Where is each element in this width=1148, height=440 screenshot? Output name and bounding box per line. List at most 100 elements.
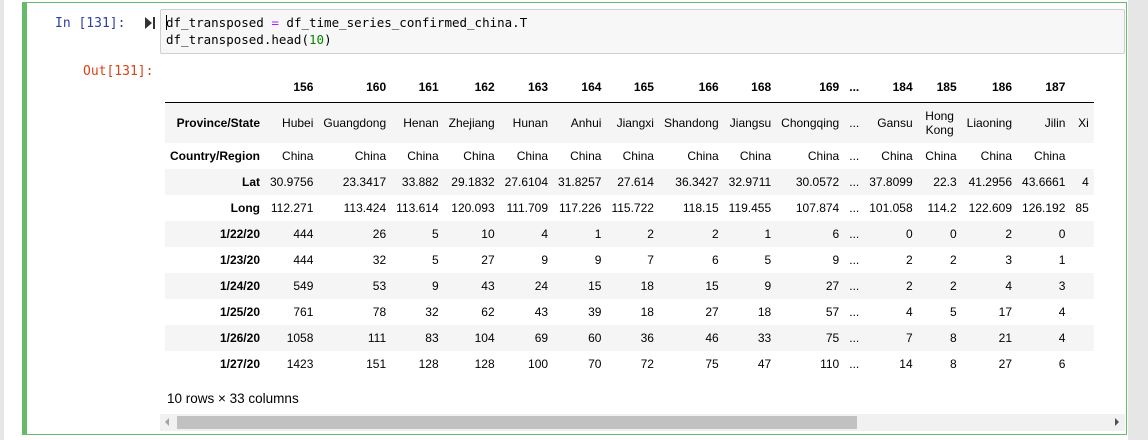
- column-header: 165: [606, 71, 659, 103]
- input-prompt: In [131]:: [55, 16, 126, 31]
- table-cell: [1070, 299, 1093, 325]
- table-cell: ...: [849, 201, 860, 215]
- table-cell: [1070, 143, 1093, 169]
- table-cell: 18: [757, 305, 772, 319]
- scroll-right-icon[interactable]: [1115, 418, 1119, 426]
- table-cell: 9: [594, 253, 602, 267]
- table-row: 1/22/20 444 26 5 10 4 1 2 2 1 6... 0 0 2 0: [165, 221, 1094, 247]
- table-cell: 75: [705, 357, 719, 371]
- table-cell: China: [407, 149, 439, 163]
- table-cell: 6: [832, 227, 840, 241]
- table-cell: ...: [849, 331, 860, 345]
- code-operator: =: [271, 15, 279, 30]
- table-cell: 1423: [286, 357, 314, 371]
- table-cell: 9: [431, 279, 439, 293]
- column-header: ...: [844, 71, 865, 103]
- code-cell[interactable]: In [131]: df_transposed = df_time_series…: [22, 2, 1127, 435]
- table-cell: [1070, 273, 1093, 299]
- table-cell: 18: [640, 279, 654, 293]
- table-cell: China: [354, 149, 387, 163]
- table-cell: 30.9756: [270, 175, 314, 189]
- table-cell: 47: [757, 357, 772, 371]
- table-cell: 43: [534, 305, 549, 319]
- table-cell: 1: [1058, 253, 1066, 267]
- column-header: 166: [658, 71, 724, 103]
- table-cell: China: [570, 149, 602, 163]
- column-header: 185: [917, 71, 962, 103]
- table-cell: 118.15: [682, 201, 719, 215]
- table-cell: 17: [998, 305, 1013, 319]
- table-cell: 26: [372, 227, 387, 241]
- table-cell: China: [1034, 149, 1066, 163]
- table-cell: 53: [372, 279, 387, 293]
- table-cell: China: [925, 149, 957, 163]
- table-cell: 444: [293, 227, 314, 241]
- table-cell: 36.3427: [675, 175, 719, 189]
- table-header-row: 156 160 161 162 163 164 165 166 168 169... 184 185 1…: [165, 71, 1094, 103]
- table-cell: ...: [849, 357, 860, 371]
- run-cell-icon[interactable]: [144, 16, 156, 30]
- table-cell: 31.8257: [558, 175, 602, 189]
- table-cell: 7: [647, 253, 654, 267]
- table-cell: 4: [541, 227, 549, 241]
- table-cell: Gansu: [877, 116, 913, 130]
- row-label: Lat: [242, 175, 260, 189]
- table-cell: 22.3: [933, 175, 957, 189]
- table-cell: 33.882: [401, 175, 439, 189]
- table-cell: 85: [1075, 201, 1089, 215]
- table-cell: 83: [425, 331, 439, 345]
- scroll-left-icon[interactable]: [165, 418, 169, 426]
- table-row: Province/State Hubei Guangdong Henan Zhejian…: [165, 102, 1094, 143]
- table-cell: Jilin: [1044, 116, 1066, 130]
- table-cell: 62: [481, 305, 495, 319]
- table-cell: 122.609: [968, 201, 1013, 215]
- notebook-page: In [131]: df_transposed = df_time_series…: [4, 0, 1128, 440]
- table-cell: 5: [431, 253, 439, 267]
- table-cell: 32: [425, 305, 439, 319]
- table-cell: ...: [849, 227, 860, 241]
- table-cell: 43: [481, 279, 495, 293]
- table-cell: 23.3417: [342, 175, 387, 189]
- table-cell: 128: [418, 357, 439, 371]
- table-cell: 27.614: [617, 175, 654, 189]
- table-row: 1/23/20 444 32 5 27 9 9 7 6 5 9... 2 2 3 1: [165, 247, 1094, 273]
- table-cell: 0: [949, 227, 957, 241]
- table-cell: Jiangxi: [616, 116, 654, 130]
- row-label: 1/23/20: [219, 253, 260, 267]
- scrollbar-thumb[interactable]: [177, 416, 857, 429]
- code-text: df_transposed: [166, 15, 272, 30]
- table-row: 1/25/20 761 78 32 62 43 39 18 27 18 57... 4 5 17 4: [165, 299, 1094, 325]
- table-cell: 37.8099: [869, 175, 913, 189]
- column-header: 160: [318, 71, 392, 103]
- table-cell: 2: [949, 279, 957, 293]
- table-cell: 15: [588, 279, 602, 293]
- table-row: Lat 30.9756 23.3417 33.882 29.1832 27.6104 31.…: [165, 169, 1094, 195]
- table-cell: 3: [1005, 253, 1013, 267]
- horizontal-scrollbar[interactable]: [160, 414, 1125, 431]
- table-cell: 101.058: [869, 201, 913, 215]
- code-number: 10: [309, 32, 325, 47]
- table-cell: Shandong: [663, 116, 719, 130]
- table-cell: 2: [949, 253, 957, 267]
- table-cell: Chongqing: [781, 116, 840, 130]
- table-cell: 549: [293, 279, 314, 293]
- table-cell: 6: [711, 253, 719, 267]
- table-cell: Hubei: [282, 116, 314, 130]
- table-cell: 113.424: [343, 201, 387, 215]
- row-label: Long: [230, 201, 260, 215]
- table-cell: Henan: [403, 116, 439, 130]
- table-cell: 761: [293, 305, 314, 319]
- table-cell: 119.455: [728, 201, 772, 215]
- table-cell: 2: [647, 227, 654, 241]
- table-cell: 1: [764, 227, 772, 241]
- column-header: 169: [776, 71, 845, 103]
- table-cell: 14: [899, 357, 913, 371]
- index-header: [165, 71, 265, 103]
- column-header: 186: [961, 71, 1018, 103]
- output-prompt: Out[131]:: [83, 64, 154, 79]
- table-cell: [1070, 221, 1093, 247]
- table-cell: 117.226: [558, 201, 602, 215]
- table-cell: 5: [764, 253, 772, 267]
- code-editor[interactable]: df_transposed = df_time_series_confirmed…: [160, 9, 1125, 54]
- table-cell: [1070, 351, 1093, 377]
